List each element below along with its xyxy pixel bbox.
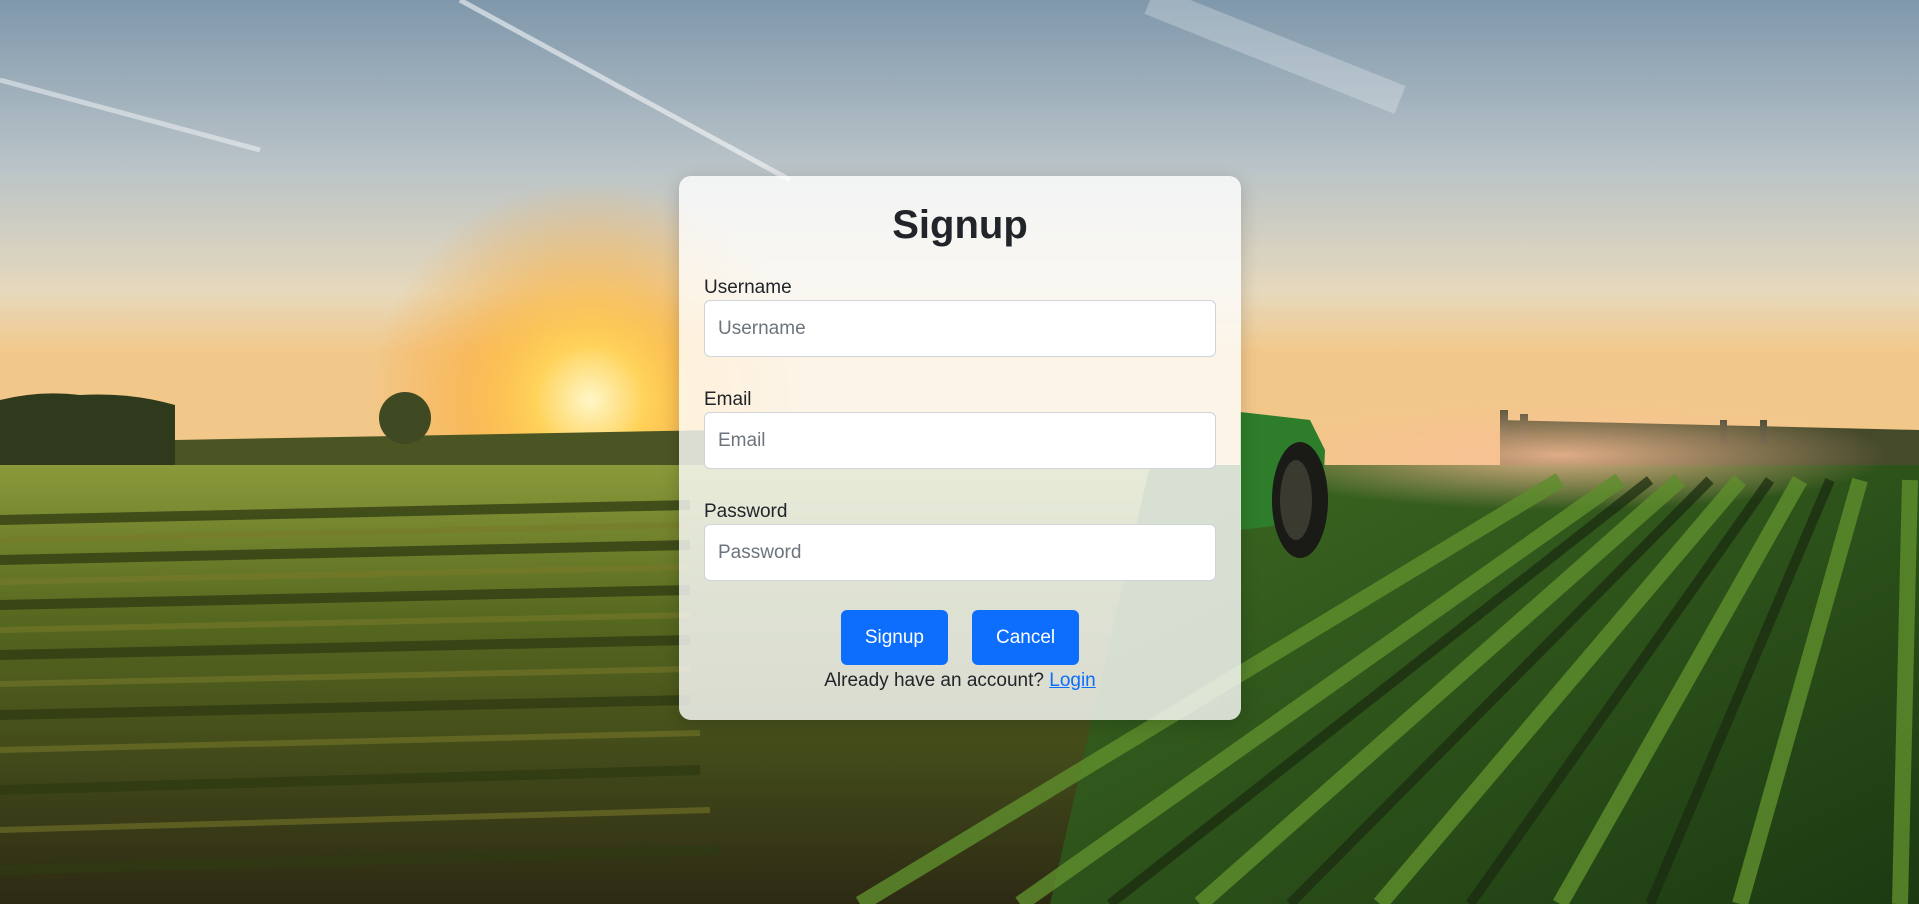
username-input[interactable] (704, 300, 1216, 357)
password-field-group: Password (704, 500, 1216, 581)
signup-page: Signup Username Email Password Signup Ca… (0, 0, 1919, 904)
email-input[interactable] (704, 412, 1216, 469)
login-link[interactable]: Login (1049, 670, 1096, 691)
signup-button[interactable]: Signup (840, 610, 948, 665)
password-label: Password (704, 501, 788, 522)
login-prompt-text: Already have an account? (824, 670, 1044, 691)
form-actions: Signup Cancel (679, 610, 1241, 665)
page-title: Signup (892, 203, 1028, 247)
login-prompt: Already have an account? Login (679, 668, 1241, 694)
email-field-group: Email (704, 388, 1216, 469)
password-input[interactable] (704, 524, 1216, 581)
username-label: Username (704, 277, 792, 298)
email-label: Email (704, 389, 752, 410)
cancel-button[interactable]: Cancel (972, 610, 1080, 665)
username-field-group: Username (704, 276, 1216, 357)
